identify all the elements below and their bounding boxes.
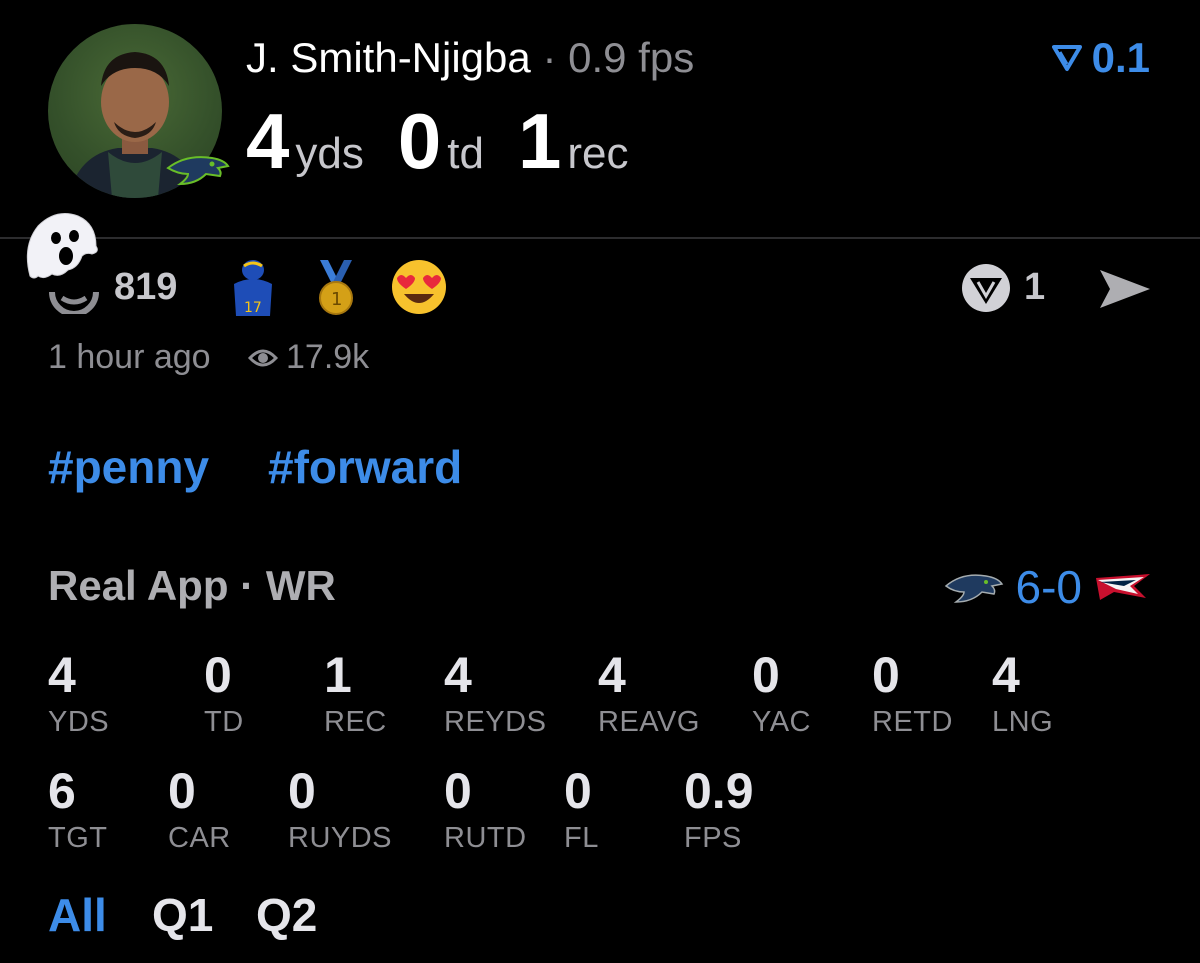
heart-eyes-emoji-icon[interactable] xyxy=(390,258,448,316)
reaction-add-icon[interactable] xyxy=(48,270,100,317)
score-value: 6-0 xyxy=(1015,561,1082,613)
tag-penny[interactable]: #penny xyxy=(48,440,209,494)
stat-value: 0 xyxy=(288,763,316,819)
stat-label: REC xyxy=(324,706,387,738)
headline-yds-value: 4 xyxy=(246,97,290,185)
tab-q2[interactable]: Q2 xyxy=(256,888,317,942)
tab-q1[interactable]: Q1 xyxy=(152,888,213,942)
stat-label: CAR xyxy=(168,822,231,854)
stat-value: 4 xyxy=(598,647,626,703)
reaction-count: 819 xyxy=(114,266,178,308)
stat-value: 0 xyxy=(564,763,592,819)
svg-text:1: 1 xyxy=(331,289,342,310)
stat-label: FPS xyxy=(684,822,742,854)
stat-value: 0 xyxy=(168,763,196,819)
stat-value: 4 xyxy=(444,647,472,703)
stat-value: 0 xyxy=(872,647,900,703)
stat-label: YDS xyxy=(48,706,110,738)
stat-label: RUYDS xyxy=(288,822,393,854)
stat-label: LNG xyxy=(992,706,1054,738)
tag-forward[interactable]: #forward xyxy=(268,440,462,494)
eye-icon xyxy=(247,346,279,370)
stat-label: REAVG xyxy=(598,706,700,738)
stat-label: REYDS xyxy=(444,706,547,738)
headline-td-value: 0 xyxy=(397,97,442,185)
stat-value: 0 xyxy=(444,763,472,819)
headline-stats: 4 yds 0 td 1 rec xyxy=(246,96,662,187)
stat-value: 0 xyxy=(204,647,232,703)
player-fps: 0.9 fps xyxy=(568,34,695,81)
stat-label: FL xyxy=(564,822,599,854)
stat-value: 4 xyxy=(48,647,76,703)
stat-value: 4 xyxy=(992,647,1020,703)
headline-rec-unit: rec xyxy=(567,129,629,178)
stat-value: 0.9 xyxy=(684,763,754,819)
rating-button[interactable]: 0.1 xyxy=(1051,34,1150,82)
stat-value: 6 xyxy=(48,763,76,819)
game-league-line: Real App · WR xyxy=(48,562,336,610)
filter-triangle-icon xyxy=(1051,45,1082,71)
tab-all[interactable]: All xyxy=(48,888,107,942)
svg-text:17: 17 xyxy=(244,300,262,316)
stat-label: TD xyxy=(204,706,244,738)
game-score[interactable]: 6-0 xyxy=(944,560,1152,614)
league-name: Real App xyxy=(48,562,229,609)
stat-value: 1 xyxy=(324,647,352,703)
player-position: WR xyxy=(265,562,336,609)
stat-label: YAC xyxy=(752,706,811,738)
player-emoji-icon[interactable]: 17 xyxy=(228,258,278,316)
seahawks-logo-icon xyxy=(944,574,1003,603)
divider xyxy=(0,237,1200,239)
view-count: 17.9k xyxy=(286,338,370,376)
seahawks-logo-icon xyxy=(166,150,230,190)
stat-label: RETD xyxy=(872,706,953,738)
player-name-line[interactable]: J. Smith-Njigba · 0.9 fps xyxy=(246,34,694,82)
stat-label: RUTD xyxy=(444,822,527,854)
stat-value: 0 xyxy=(752,647,780,703)
rating-value: 0.1 xyxy=(1091,34,1150,81)
patriots-logo-icon xyxy=(1096,574,1150,600)
player-name[interactable]: J. Smith-Njigba xyxy=(246,34,531,81)
headline-td-unit: td xyxy=(447,129,484,178)
stat-label: TGT xyxy=(48,822,108,854)
fan-badge-icon[interactable] xyxy=(960,262,1012,314)
fan-count: 1 xyxy=(1024,266,1046,308)
post-time: 1 hour ago xyxy=(48,338,211,376)
headline-yds-unit: yds xyxy=(295,129,364,178)
medal-icon[interactable]: 1 xyxy=(310,258,362,316)
separator: · xyxy=(542,34,557,81)
send-icon[interactable] xyxy=(1096,264,1152,314)
headline-rec-value: 1 xyxy=(517,97,562,185)
separator: · xyxy=(240,562,255,609)
